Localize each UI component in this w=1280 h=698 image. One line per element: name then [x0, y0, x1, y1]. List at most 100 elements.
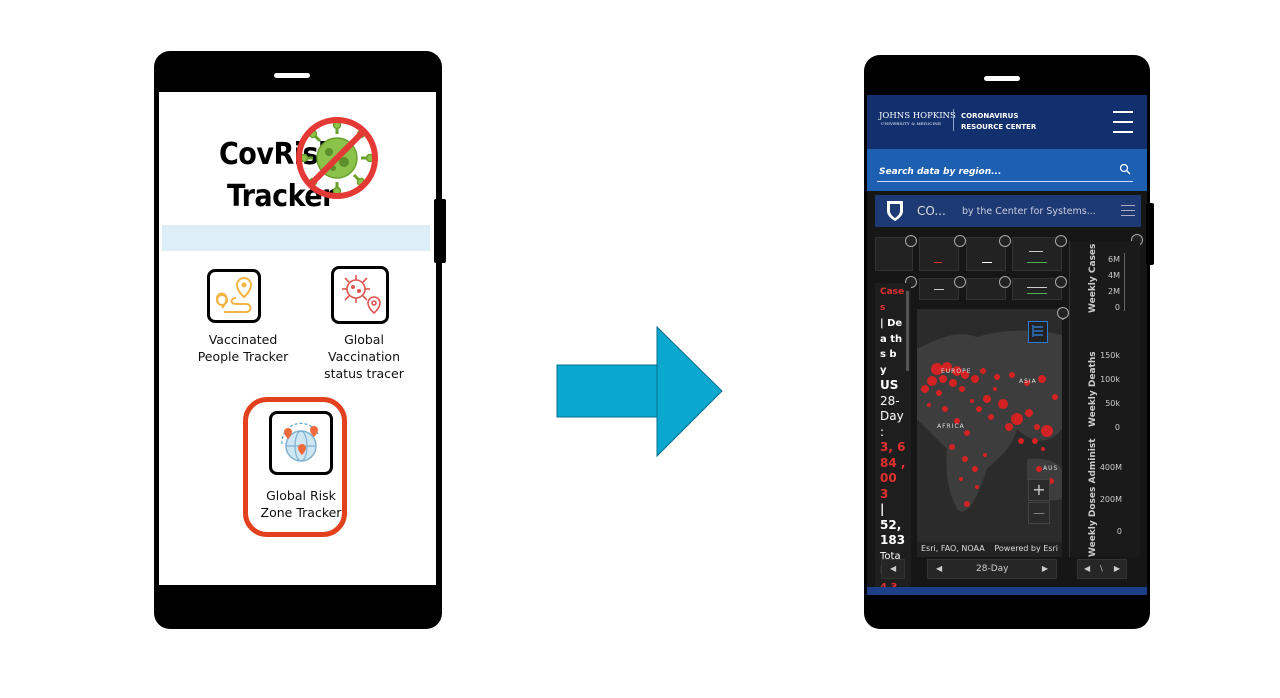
tile2-line3: status tracer: [324, 366, 404, 381]
right-phone-speaker: [984, 76, 1020, 81]
map-next-icon[interactable]: ▶: [1042, 564, 1048, 573]
tile2-line1: Global: [344, 332, 384, 347]
cases-label: Case s: [880, 287, 905, 313]
list-icon: [1032, 325, 1043, 337]
virus-location-icon: [342, 275, 381, 315]
map-prev-icon[interactable]: ◀: [936, 564, 942, 573]
transition-arrow-icon: [556, 325, 723, 458]
search-icon[interactable]: [1119, 163, 1131, 175]
weekly-cases-tick: 4M: [1108, 271, 1120, 280]
tile3-line1: Global Risk: [266, 488, 336, 503]
left-panel-pager[interactable]: ◀: [881, 559, 905, 579]
pager-prev-icon[interactable]: ◀: [890, 564, 896, 573]
global-risk-zone-tracker-button[interactable]: [269, 411, 333, 475]
period-label: 28- Day :: [880, 393, 904, 439]
resource-center-title: CORONAVIRUS RESOURCE CENTER: [961, 111, 1036, 133]
dashboard-title-bar: CO... by the Center for Systems...: [875, 195, 1141, 227]
map-pager[interactable]: ◀ 28-Day ▶: [927, 559, 1057, 579]
map-label-africa: AFRICA: [937, 423, 965, 430]
global-vaccination-status-button[interactable]: [331, 266, 389, 324]
hamburger-menu-icon[interactable]: [1113, 109, 1133, 135]
weekly-cases-title: Weekly Cases: [1088, 243, 1098, 313]
world-map[interactable]: EUROPE ASIA AFRICA AUS + — Esri, FAO, NO…: [917, 309, 1062, 557]
charts-panel: Weekly Cases 6M 4M 2M 0 Weekly Deaths 15…: [1069, 241, 1140, 557]
vaccinated-people-tracker-button[interactable]: [207, 269, 261, 323]
weekly-cases-tick: 6M: [1108, 255, 1120, 264]
stat-tile-2[interactable]: [919, 237, 959, 271]
cases-value: 3, 684 ,00 3: [880, 440, 906, 501]
tile3-line2: Zone Tracker: [260, 505, 342, 520]
map-label-europe: EUROPE: [941, 368, 972, 375]
map-attribution-text: Esri, FAO, NOAA: [921, 544, 985, 553]
region-label: US: [880, 378, 899, 392]
dashboard-menu-icon[interactable]: [1121, 205, 1135, 216]
weekly-doses-tick: 200M: [1099, 495, 1122, 504]
zoom-in-glyph: +: [1032, 480, 1046, 499]
weekly-doses-tick: 400M: [1099, 463, 1122, 472]
resource-center-line1: CORONAVIRUS: [961, 112, 1019, 120]
search-placeholder: Search data by region...: [879, 167, 1002, 177]
globe-pins-icon: [281, 422, 319, 462]
deaths-value: 52, 183: [880, 517, 906, 548]
cases-deaths-list[interactable]: Case s | Dea ths b y US 28- Day : 3, 684…: [880, 285, 906, 595]
map-list-toggle-button[interactable]: [1028, 321, 1048, 343]
value-separator: |: [880, 502, 885, 516]
expand-control[interactable]: [999, 276, 1011, 288]
zoom-out-glyph: —: [1033, 506, 1045, 520]
powered-by-esri: Powered by Esri: [994, 544, 1058, 553]
zoom-out-button[interactable]: —: [1028, 502, 1050, 524]
weekly-doses-tick: 0: [1116, 527, 1122, 536]
dashboard-area: CO... by the Center for Systems... Case …: [867, 191, 1147, 595]
left-phone-speaker: [274, 73, 310, 78]
jhu-brand-line1: JOHNS HOPKINS: [879, 111, 956, 121]
weekly-deaths-tick: 150k: [1100, 351, 1120, 360]
expand-control[interactable]: [1055, 276, 1067, 288]
map-attribution: Esri, FAO, NOAA Powered by Esri: [917, 542, 1062, 557]
brand-divider: [953, 109, 954, 131]
route-pin-icon: [216, 276, 253, 313]
map-pager-label: 28-Day: [976, 564, 1009, 574]
expand-control[interactable]: [999, 235, 1011, 247]
jhu-header: JOHNS HOPKINS UNIVERSITY & MEDICINE CORO…: [867, 95, 1147, 149]
weekly-deaths-tick: 0: [1114, 423, 1120, 432]
expand-control[interactable]: [905, 235, 917, 247]
global-vaccination-status-label: Global Vaccination status tracer: [309, 331, 419, 382]
list-scrollbar[interactable]: [906, 291, 909, 371]
map-label-asia: ASIA: [1019, 378, 1037, 385]
left-phone-frame: CovRisk Tracker Vaccinated People Tracke…: [154, 51, 446, 629]
expand-control[interactable]: [1055, 235, 1067, 247]
tile1-line2: People Tracker: [197, 349, 289, 364]
right-phone-side-button: [1146, 203, 1154, 265]
resource-center-line2: RESOURCE CENTER: [961, 123, 1037, 131]
charts-prev-icon[interactable]: ◀: [1084, 564, 1090, 573]
weekly-deaths-title: Weekly Deaths: [1088, 351, 1098, 427]
zoom-in-button[interactable]: +: [1028, 479, 1050, 501]
stat-tile-5[interactable]: [919, 278, 959, 300]
weekly-cases-tick: 2M: [1108, 287, 1120, 296]
search-bar: Search data by region...: [867, 149, 1147, 191]
tile2-line2: Vaccination: [328, 349, 400, 364]
deaths-label: | Dea ths b y: [880, 318, 903, 376]
bottom-strip: [867, 587, 1147, 595]
expand-control[interactable]: [954, 235, 966, 247]
dashboard-subtitle: by the Center for Systems...: [962, 206, 1096, 217]
jhu-brand-line2: UNIVERSITY & MEDICINE: [881, 121, 942, 126]
search-input[interactable]: Search data by region...: [877, 161, 1133, 182]
map-label-australia: AUS: [1043, 465, 1059, 472]
header-divider-bar: [162, 225, 430, 251]
right-phone-screen: JOHNS HOPKINS UNIVERSITY & MEDICINE CORO…: [867, 95, 1147, 595]
weekly-cases-tick: 0: [1114, 303, 1120, 312]
expand-control[interactable]: [954, 276, 966, 288]
vaccinated-people-tracker-label: Vaccinated People Tracker: [189, 331, 297, 365]
right-phone-frame: JOHNS HOPKINS UNIVERSITY & MEDICINE CORO…: [864, 55, 1154, 629]
left-phone-screen: CovRisk Tracker Vaccinated People Tracke…: [159, 92, 436, 585]
expand-control[interactable]: [1057, 307, 1069, 319]
charts-next-icon[interactable]: ▶: [1114, 564, 1120, 573]
charts-pager[interactable]: ◀ \ ▶: [1077, 559, 1127, 579]
cases-deaths-panel: Case s | Dea ths b y US 28- Day : 3, 684…: [875, 283, 911, 595]
charts-scroll-indicator: \: [1100, 564, 1103, 573]
dashboard-title: CO...: [917, 204, 946, 218]
weekly-deaths-tick: 100k: [1100, 375, 1120, 384]
global-risk-zone-tracker-label: Global Risk Zone Tracker: [249, 487, 353, 521]
no-virus-logo: [296, 117, 378, 199]
